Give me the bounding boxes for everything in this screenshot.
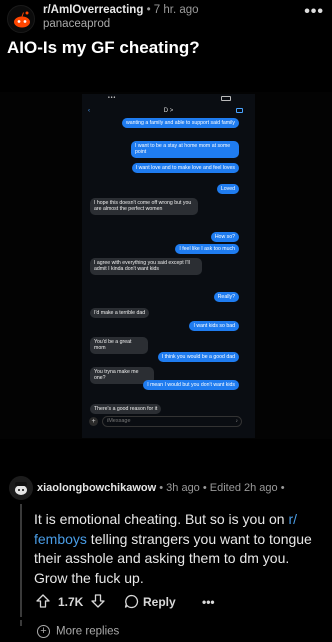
- contact-name: D >: [163, 108, 174, 114]
- overflow-menu-icon[interactable]: •••: [304, 3, 324, 21]
- sent-message-bubble: Loved: [216, 184, 239, 195]
- sent-message-bubble: I mean I would but you don't want kids: [143, 380, 239, 391]
- phone-screenshot: ••• ‹ D > wanting a family and able to s…: [82, 94, 255, 438]
- phone-status-bar: •••: [82, 94, 255, 104]
- post-title[interactable]: AIO-Is my GF cheating?: [7, 38, 200, 58]
- video-call-icon: [236, 108, 243, 113]
- comment-body: It is emotional cheating. But so is you …: [34, 510, 324, 588]
- comment: xiaolongbowchikawow • 3h ago • Edited 2h…: [0, 468, 332, 642]
- comment-meta: xiaolongbowchikawow • 3h ago • Edited 2h…: [37, 482, 285, 494]
- more-replies-button[interactable]: + More replies: [37, 625, 119, 638]
- expand-plus-icon: +: [37, 625, 50, 638]
- thread-line-lower: [20, 620, 22, 626]
- more-replies-label: More replies: [56, 625, 120, 638]
- received-message-bubble: You'd be a great mom: [90, 337, 148, 354]
- reply-label: Reply: [143, 595, 176, 609]
- received-message-bubble: I'd make a terrible dad: [90, 308, 150, 319]
- sent-message-bubble: I feel like I ask too much: [175, 244, 239, 255]
- commenter-avatar[interactable]: [9, 476, 33, 500]
- thread-line[interactable]: [20, 504, 22, 617]
- comment-time: • 3h ago • Edited 2h ago •: [159, 482, 285, 494]
- comment-overflow-icon[interactable]: •••: [202, 592, 215, 612]
- sent-message-bubble: wanting a family and able to support sai…: [122, 118, 239, 129]
- comment-username[interactable]: xiaolongbowchikawow: [37, 482, 156, 494]
- received-message-bubble: I agree with everything you said except …: [90, 258, 202, 275]
- subreddit-line[interactable]: r/AmIOverreacting • 7 hr. ago: [43, 4, 199, 16]
- compose-bar: + iMessage ♪: [86, 416, 246, 428]
- avatar-icon: [9, 476, 33, 500]
- post-time: • 7 hr. ago: [146, 4, 199, 16]
- battery-icon: [221, 96, 231, 101]
- conversation-header: ‹ D >: [82, 104, 255, 118]
- reddit-alien-icon: [14, 11, 30, 28]
- post-header: r/AmIOverreacting • 7 hr. ago panaceapro…: [0, 0, 332, 40]
- plus-icon: +: [89, 417, 98, 426]
- downvote-icon: [91, 594, 105, 608]
- vote-count: 1.7K: [58, 595, 84, 609]
- reply-icon: [124, 594, 139, 609]
- sent-message-bubble: I want kids so bad: [189, 321, 239, 332]
- upvote-button[interactable]: [36, 592, 50, 612]
- message-field: iMessage: [102, 416, 242, 427]
- back-chevron-icon: ‹: [88, 108, 90, 114]
- post-image[interactable]: ••• ‹ D > wanting a family and able to s…: [0, 92, 332, 439]
- mic-icon: ♪: [235, 418, 239, 424]
- sent-message-bubble: How so?: [210, 232, 239, 243]
- sent-message-bubble: I want love and to make love and feel lo…: [131, 163, 239, 174]
- downvote-button[interactable]: [91, 592, 105, 612]
- reply-button[interactable]: Reply: [124, 592, 176, 612]
- subreddit-avatar[interactable]: [7, 5, 35, 33]
- received-message-bubble: There's a good reason for it: [90, 404, 162, 415]
- sent-message-bubble: I think you would be a good dad: [157, 352, 239, 363]
- sent-message-bubble: I want to be a stay at home mom at some …: [131, 141, 239, 158]
- received-message-bubble: I hope this doesn't come off wrong but y…: [90, 198, 198, 215]
- subreddit-name[interactable]: r/AmIOverreacting: [43, 4, 143, 16]
- sent-message-bubble: Really?: [213, 292, 239, 303]
- post-author[interactable]: panaceaprod: [43, 18, 110, 30]
- comment-text: It is emotional cheating. But so is you …: [34, 511, 289, 527]
- upvote-icon: [36, 594, 50, 608]
